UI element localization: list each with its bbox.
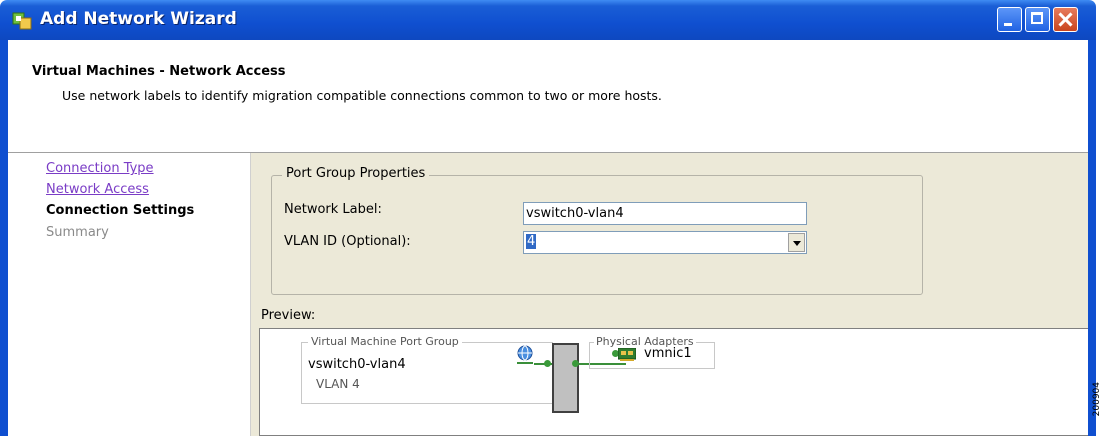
chevron-down-icon[interactable] (788, 233, 805, 252)
title-bar[interactable]: Add Network Wizard (0, 0, 1096, 40)
wizard-header: Virtual Machines - Network Access Use ne… (8, 40, 1088, 153)
vm-port-group-name: vswitch0-vlan4 (308, 357, 406, 372)
step-network-access[interactable]: Network Access (46, 182, 149, 197)
window-border-left (0, 40, 8, 436)
vlan-id-label: VLAN ID (Optional): (284, 234, 411, 249)
virtual-switch (552, 343, 579, 413)
network-label-input[interactable] (523, 202, 807, 225)
vm-port-group-vlan: VLAN 4 (316, 377, 360, 391)
physical-adapter-name: vmnic1 (644, 346, 692, 361)
preview-label: Preview: (261, 308, 316, 323)
vlan-id-value: 4 (526, 234, 537, 249)
figure-id: 200904 (1092, 382, 1102, 417)
connector-dot-switch (572, 360, 579, 367)
minimize-icon[interactable] (997, 7, 1022, 32)
wizard-steps: Connection Type Network Access Connectio… (8, 153, 251, 436)
content-panel: Port Group Properties Network Label: VLA… (251, 153, 1088, 436)
physical-adapters-box: Physical Adapters vmnic1 (589, 335, 715, 369)
step-connection-settings: Connection Settings (46, 203, 195, 218)
step-connection-type[interactable]: Connection Type (46, 161, 154, 176)
port-group-properties: Port Group Properties Network Label: VLA… (271, 166, 923, 295)
vm-port-group-legend: Virtual Machine Port Group (308, 335, 462, 348)
step-summary: Summary (46, 225, 109, 240)
page-title: Virtual Machines - Network Access (32, 64, 286, 79)
maximize-icon[interactable] (1025, 7, 1050, 32)
page-description: Use network labels to identify migration… (62, 88, 662, 103)
nic-icon (618, 348, 636, 361)
wizard-icon (12, 12, 32, 30)
preview-diagram: Virtual Machine Port Group vswitch0-vlan… (259, 328, 1088, 436)
network-globe-icon (517, 345, 533, 364)
window-border-right (1088, 40, 1096, 436)
window-title: Add Network Wizard (40, 9, 237, 29)
vlan-id-select[interactable]: 4 (523, 231, 807, 254)
port-group-legend: Port Group Properties (282, 166, 430, 181)
close-icon[interactable] (1053, 7, 1078, 32)
wizard-window: Add Network Wizard Virtual Machines - Ne… (0, 0, 1106, 436)
network-label-label: Network Label: (284, 202, 382, 217)
connector-dot-vm (544, 360, 551, 367)
